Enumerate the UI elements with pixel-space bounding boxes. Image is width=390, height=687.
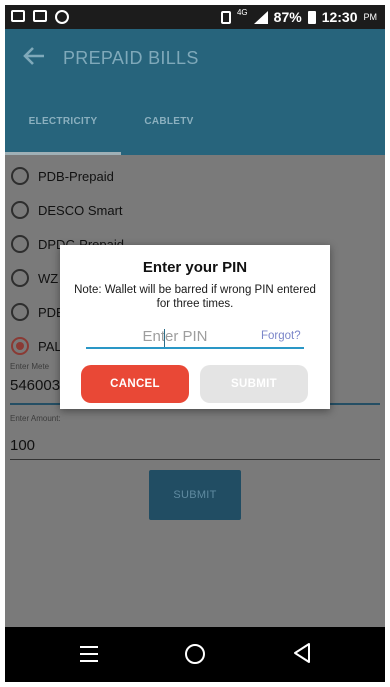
provider-option-pdb[interactable]: PDB-Prepaid — [11, 164, 114, 188]
radio-button[interactable] — [11, 235, 29, 253]
mail-icon — [11, 10, 25, 22]
page-title: PREPAID BILLS — [63, 47, 199, 68]
provider-option-desco[interactable]: DESCO Smart — [11, 198, 123, 222]
back-triangle-icon[interactable] — [292, 642, 312, 669]
amount-field-value[interactable]: 100 — [10, 437, 35, 454]
tab-cabletv[interactable]: CABLETV — [121, 87, 217, 155]
provider-label: PAL — [38, 338, 62, 354]
navigation-bar — [5, 627, 385, 682]
amount-field-underline — [10, 459, 380, 460]
radio-button-selected[interactable] — [11, 337, 29, 355]
radio-button[interactable] — [11, 269, 29, 287]
amount-field-label: Enter Amount: — [10, 414, 61, 423]
screenshot-frame: 4G 87% 12:30 PM PREPAID BILLS ELECTRICITY… — [0, 0, 390, 687]
app-bar: PREPAID BILLS — [5, 29, 385, 87]
provider-label: DESCO Smart — [38, 202, 123, 218]
clock-ampm: PM — [363, 12, 378, 22]
tab-electricity[interactable]: ELECTRICITY — [5, 87, 121, 155]
provider-option-wz[interactable]: WZ — [11, 266, 58, 290]
meter-field-label: Enter Mete — [10, 362, 50, 371]
home-icon[interactable] — [185, 644, 205, 664]
meter-field-value[interactable]: 546003 — [10, 377, 60, 394]
provider-option-pal[interactable]: PAL — [11, 334, 62, 358]
radio-button[interactable] — [11, 167, 29, 185]
forgot-pin-link[interactable]: Forgot? — [261, 330, 301, 342]
messenger-icon — [55, 10, 69, 24]
submit-button[interactable]: SUBMIT — [149, 470, 241, 520]
provider-option-pde[interactable]: PDE — [11, 300, 65, 324]
network-type: 4G — [236, 7, 248, 17]
tab-bar: ELECTRICITY CABLETV — [5, 87, 385, 155]
arrow-left-icon[interactable] — [23, 44, 49, 72]
battery-percent: 87% — [273, 9, 302, 25]
cancel-button[interactable]: CANCEL — [81, 365, 189, 403]
radio-button[interactable] — [11, 303, 29, 321]
phone-screen: 4G 87% 12:30 PM PREPAID BILLS ELECTRICITY… — [5, 5, 385, 682]
provider-label: PDB-Prepaid — [38, 168, 114, 184]
notification-icons — [11, 10, 69, 24]
system-indicators: 4G 87% 12:30 PM — [220, 7, 378, 25]
radio-button[interactable] — [11, 201, 29, 219]
dialog-note: Note: Wallet will be barred if wrong PIN… — [74, 284, 316, 310]
status-bar: 4G 87% 12:30 PM — [5, 5, 385, 29]
text-cursor — [164, 329, 165, 347]
clock-time: 12:30 — [321, 9, 358, 25]
image-icon — [33, 10, 47, 22]
provider-label: WZ — [38, 270, 59, 286]
vibrate-icon — [220, 10, 231, 24]
dialog-submit-button[interactable]: SUBMIT — [200, 365, 308, 403]
menu-icon[interactable] — [80, 646, 98, 662]
pin-dialog: Enter your PIN Note: Wallet will be barr… — [60, 245, 330, 409]
signal-icon — [253, 10, 268, 24]
dialog-title: Enter your PIN — [142, 259, 248, 276]
battery-icon — [307, 10, 316, 24]
